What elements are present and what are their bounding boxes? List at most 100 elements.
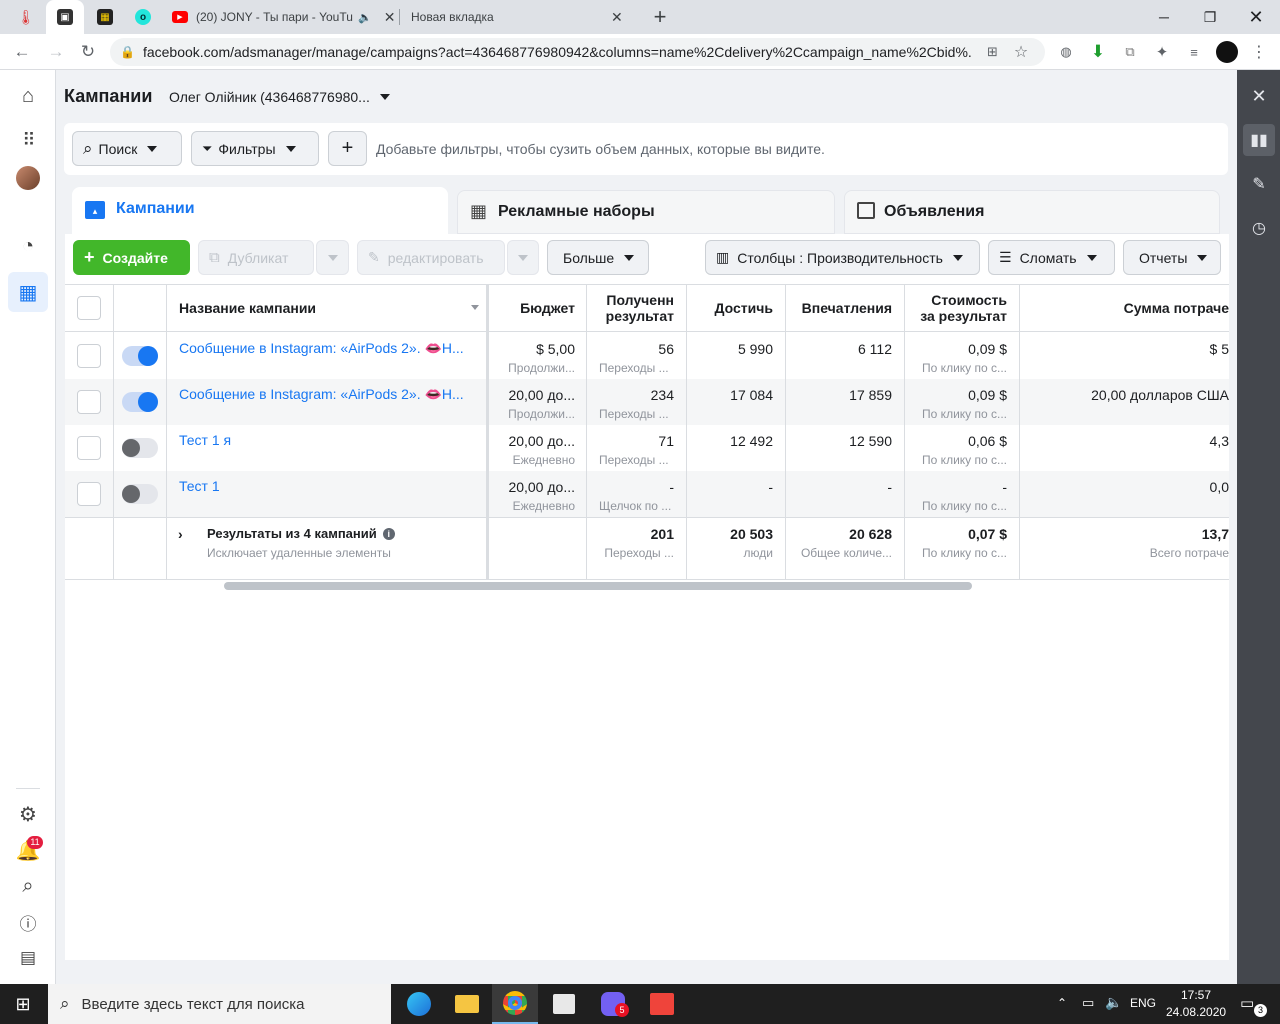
menu-icon[interactable]: ⋮ (1250, 43, 1268, 61)
reload-icon[interactable]: ↻ (76, 40, 100, 64)
search-icon[interactable]: ⌕ (14, 872, 42, 900)
header-name[interactable]: Название кампании (179, 284, 479, 332)
store-icon[interactable] (541, 984, 587, 1024)
close-icon[interactable]: ✕ (611, 9, 623, 26)
table-row[interactable]: Сообщение в Instagram: «AirPods 2». 👄Н..… (65, 333, 1229, 379)
clock-time[interactable]: 17:57 (1170, 988, 1222, 1002)
campaign-toggle[interactable] (122, 484, 158, 504)
chrome-icon[interactable] (492, 984, 538, 1024)
forward-icon[interactable]: → (44, 40, 68, 64)
tab-adsets[interactable]: ▦ Рекламные наборы (457, 190, 835, 234)
file-explorer-icon[interactable] (444, 984, 490, 1024)
close-icon[interactable]: ✕ (384, 9, 396, 26)
language-indicator[interactable]: ENG (1130, 996, 1156, 1010)
reports-button[interactable]: Отчеты (1123, 240, 1221, 275)
anydesk-icon[interactable] (639, 984, 685, 1024)
globe-icon[interactable]: ◍ (1057, 43, 1075, 61)
translate-icon[interactable]: ⊞ (987, 44, 998, 60)
impressions-value: 6 112 (858, 341, 892, 357)
audio-icon[interactable]: 🔈 (358, 11, 372, 24)
columns-button[interactable]: ▥ Столбцы : Производительность (705, 240, 980, 275)
window-close-icon[interactable]: ✕ (1233, 0, 1279, 34)
tab-ads[interactable]: Объявления (844, 190, 1220, 234)
taskbar-search-box[interactable]: ⌕ Введите здесь текст для поиска (48, 984, 391, 1024)
expand-chevron-icon[interactable]: › (178, 526, 183, 542)
header-results[interactable]: Полученн результат (587, 284, 674, 332)
row-checkbox[interactable] (77, 344, 101, 368)
browser-tab[interactable]: o (126, 0, 160, 34)
clock-icon[interactable]: ◷ (1243, 212, 1275, 244)
home-icon[interactable]: ⌂ (14, 82, 42, 110)
header-cost[interactable]: Стоимость за результат (905, 284, 1007, 332)
apps-grid-icon[interactable]: ⠿ (14, 126, 42, 154)
volume-icon[interactable]: 🔈 (1105, 994, 1122, 1011)
media-icon[interactable]: ≡ (1185, 43, 1203, 61)
table-row[interactable]: Сообщение в Instagram: «AirPods 2». 👄Н..… (65, 379, 1229, 425)
row-checkbox[interactable] (77, 436, 101, 460)
minimize-icon[interactable]: ─ (1141, 0, 1187, 34)
campaign-toggle[interactable] (122, 438, 158, 458)
campaign-name-link[interactable]: Сообщение в Instagram: «AirPods 2». 👄Н..… (179, 340, 479, 357)
download-icon[interactable]: ⬇ (1089, 42, 1107, 61)
more-button[interactable]: Больше (547, 240, 649, 275)
header-impressions[interactable]: Впечатления (786, 284, 892, 332)
search-button[interactable]: ⌕ Поиск (72, 131, 182, 166)
header-spent[interactable]: Сумма потраче (1025, 284, 1229, 332)
campaign-toggle[interactable] (122, 346, 158, 366)
account-selector[interactable]: Олег Олійник (436468776980... (169, 89, 390, 105)
code-icon[interactable]: ⧉ (1121, 43, 1139, 61)
chevron-up-icon[interactable]: ⌃ (1057, 996, 1067, 1010)
duplicate-dropdown[interactable] (316, 240, 349, 275)
report-icon[interactable]: ▤ (14, 944, 42, 972)
right-side-panel-rail: ✕ ▮▮ ✎ ◷ (1237, 70, 1280, 984)
help-icon[interactable]: ⓘ (14, 908, 42, 936)
table-row[interactable]: Тест 1 я 20,00 до... Ежедневно 71 Переходы .… (65, 425, 1229, 471)
pencil-icon[interactable]: ✎ (1243, 168, 1275, 200)
clock-date[interactable]: 24.08.2020 (1166, 1005, 1226, 1019)
gauge-icon[interactable]: ◔ (14, 232, 42, 260)
browser-tab[interactable]: 🌡 (8, 0, 44, 34)
header-budget[interactable]: Бюджет (489, 284, 575, 332)
header-reach[interactable]: Достичь (687, 284, 773, 332)
new-tab-button[interactable]: + (648, 0, 672, 34)
add-filter-button[interactable]: + (328, 131, 367, 166)
gear-icon[interactable]: ⚙ (14, 800, 42, 828)
breakdown-button[interactable]: ☰ Сломать (988, 240, 1115, 275)
duplicate-button[interactable]: ⧉ Дубликат (198, 240, 314, 275)
network-icon[interactable]: ▭ (1082, 995, 1094, 1011)
tab-campaigns[interactable]: ▴ Кампании (72, 187, 448, 237)
campaign-toggle[interactable] (122, 392, 158, 412)
action-center-icon[interactable]: ▭ (1240, 994, 1254, 1012)
back-icon[interactable]: ← (10, 40, 34, 64)
browser-tab-new[interactable]: Новая вкладка ✕ (402, 0, 636, 34)
campaign-name-link[interactable]: Сообщение в Instagram: «AirPods 2». 👄Н..… (179, 386, 479, 403)
avatar[interactable] (16, 166, 40, 190)
restore-icon[interactable]: ❐ (1187, 0, 1233, 34)
browser-tab-youtube[interactable]: ▶ (20) JONY - Ты пари - YouTu 🔈 ✕ (164, 0, 398, 34)
row-checkbox[interactable] (77, 390, 101, 414)
campaign-name-link[interactable]: Тест 1 я (179, 432, 479, 448)
close-icon[interactable]: ✕ (1243, 80, 1275, 112)
extensions-icon[interactable]: ✦ (1153, 43, 1171, 61)
edit-dropdown[interactable] (507, 240, 539, 275)
create-button[interactable]: + Создайте (73, 240, 190, 275)
table-row[interactable]: Тест 1 20,00 до... Ежедневно - Щелчок по ...… (65, 471, 1229, 517)
browser-tab-active[interactable]: ▣ (46, 0, 84, 34)
chart-icon[interactable]: ▮▮ (1243, 124, 1275, 156)
star-icon[interactable]: ☆ (1014, 42, 1028, 62)
table-icon[interactable]: ▦ (14, 278, 42, 306)
horizontal-scrollbar[interactable] (224, 582, 972, 590)
windows-start-icon[interactable]: ⊞ (0, 984, 46, 1024)
campaign-name-link[interactable]: Тест 1 (179, 478, 479, 494)
address-bar[interactable]: 🔒 facebook.com/adsmanager/manage/campaig… (110, 38, 1045, 66)
viber-icon[interactable] (590, 984, 636, 1024)
sort-icon[interactable] (471, 305, 479, 310)
edit-button[interactable]: ✎ редактировать (357, 240, 505, 275)
browser-tab[interactable]: ▦ (88, 0, 122, 34)
row-checkbox[interactable] (77, 482, 101, 506)
profile-avatar[interactable] (1216, 41, 1238, 63)
edge-icon[interactable] (396, 984, 442, 1024)
filters-button[interactable]: ⏷ Фильтры (191, 131, 319, 166)
select-all-checkbox[interactable] (77, 296, 101, 320)
info-icon[interactable]: i (382, 527, 395, 540)
